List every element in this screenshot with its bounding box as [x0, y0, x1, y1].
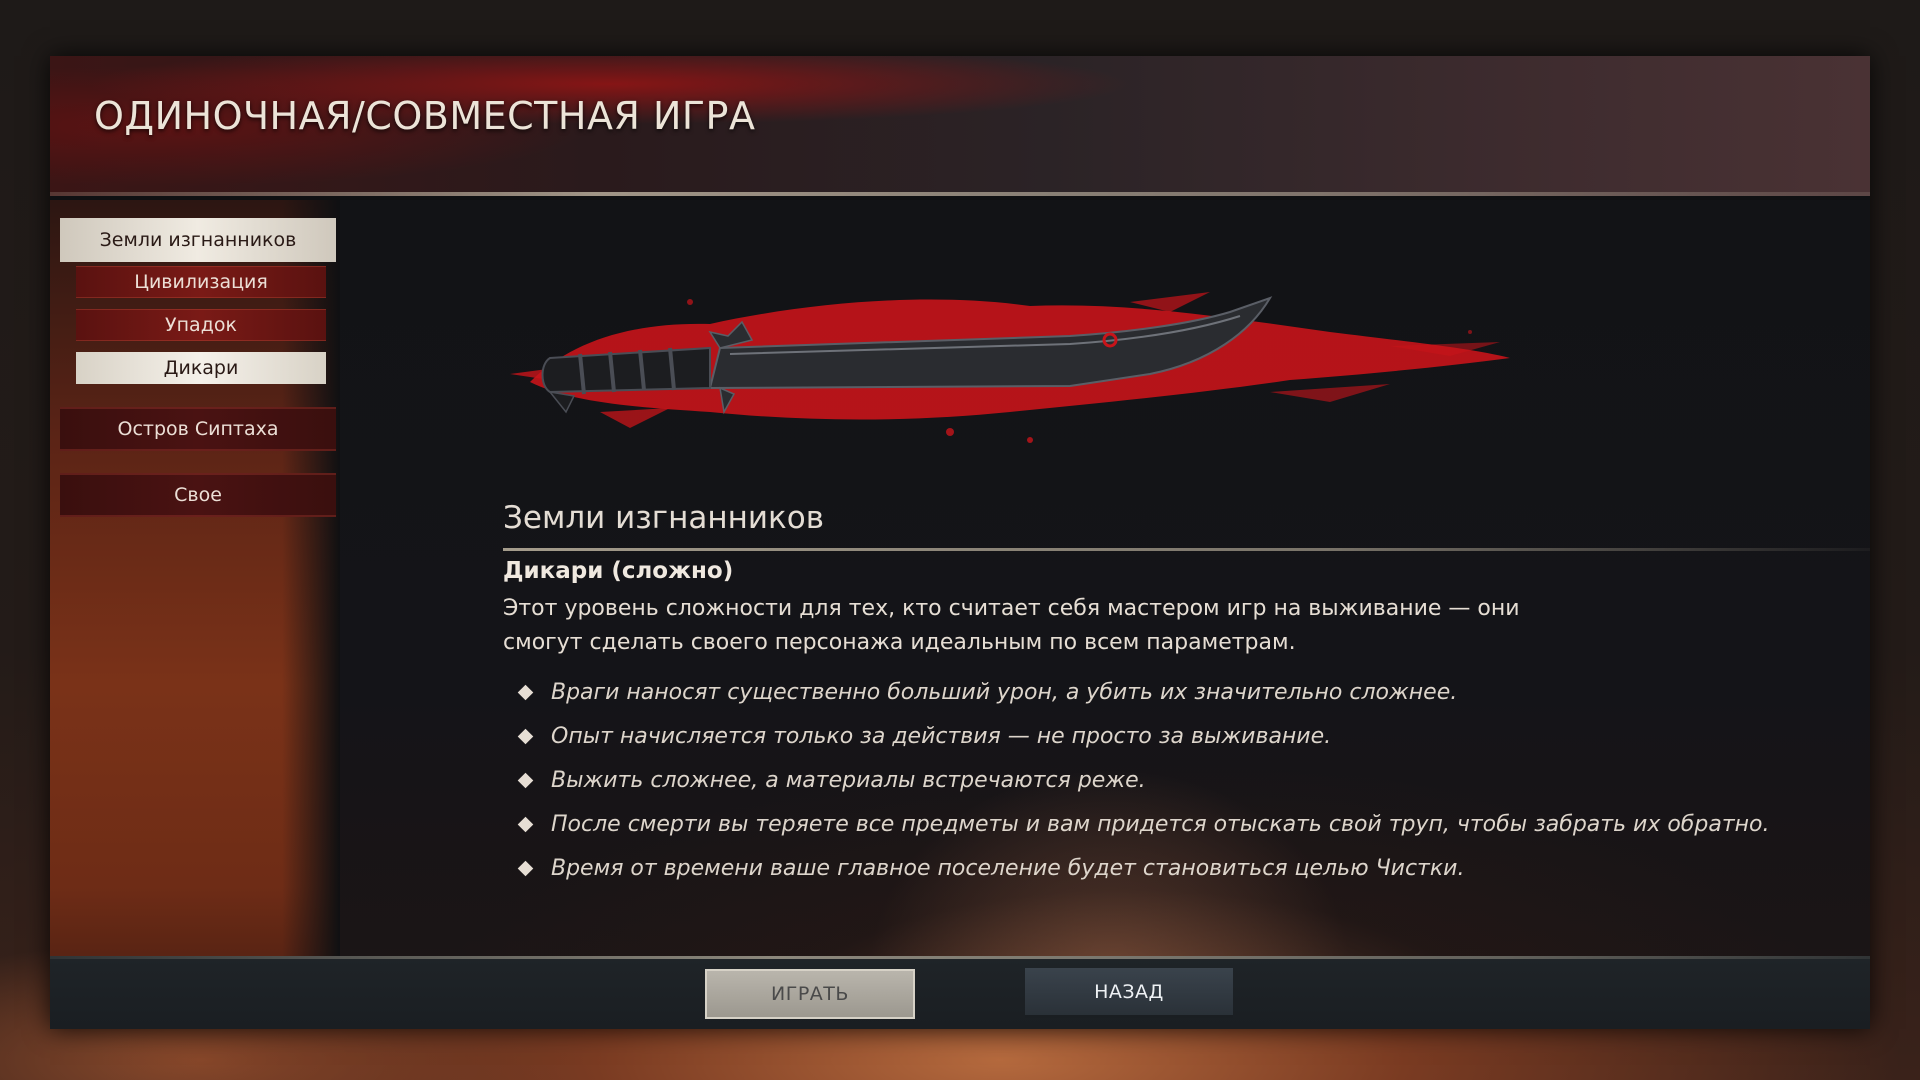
feature-text: Время от времени ваше главное поселение … — [551, 855, 1465, 881]
feature-item: Враги наносят существенно больший урон, … — [517, 670, 1769, 714]
diamond-bullet-icon — [517, 772, 534, 788]
sidebar-item-label: Цивилизация — [134, 271, 268, 293]
footer-bar — [50, 956, 1870, 1029]
feature-item: Выжить сложнее, а материалы встречаются … — [517, 758, 1769, 802]
sidebar-item-civilized[interactable]: Цивилизация — [76, 266, 326, 298]
sidebar-item-exiled-lands[interactable]: Земли изгнанников — [60, 218, 336, 262]
feature-item: После смерти вы теряете все предметы и в… — [517, 802, 1770, 846]
feature-text: Опыт начисляется только за действия — не… — [551, 723, 1332, 749]
back-button[interactable]: НАЗАД — [1025, 968, 1233, 1018]
feature-list: Враги наносят существенно больший урон, … — [517, 670, 1770, 890]
sidebar-item-barbaric[interactable]: Дикари — [76, 352, 326, 384]
diamond-bullet-icon — [517, 684, 534, 700]
play-button[interactable]: ИГРАТЬ — [705, 969, 915, 1019]
content-area: Земли изгнанников Цивилизация Упадок Дик… — [50, 200, 1870, 1008]
knife-icon — [510, 292, 1510, 443]
feature-item: Опыт начисляется только за действия — не… — [517, 714, 1769, 758]
main-window: ОДИНОЧНАЯ/СОВМЕСТНАЯ ИГРА Земли изгнанни… — [50, 56, 1870, 1029]
sidebar-item-label: Упадок — [165, 314, 237, 336]
mode-title: Земли изгнанников — [503, 500, 824, 536]
feature-item: Время от времени ваше главное поселение … — [517, 846, 1769, 890]
sidebar-item-custom[interactable]: Свое — [60, 473, 336, 517]
sidebar-item-isle-of-siptah[interactable]: Остров Сиптаха — [60, 407, 336, 451]
feature-text: Выжить сложнее, а материалы встречаются … — [551, 767, 1146, 793]
sidebar-item-label: Земли изгнанников — [99, 229, 297, 251]
diamond-bullet-icon — [517, 816, 534, 832]
diamond-bullet-icon — [517, 860, 534, 876]
feature-text: После смерти вы теряете все предметы и в… — [551, 811, 1770, 837]
sidebar: Земли изгнанников Цивилизация Упадок Дик… — [50, 200, 340, 1008]
sidebar-item-label: Дикари — [163, 357, 239, 379]
page-title: ОДИНОЧНАЯ/СОВМЕСТНАЯ ИГРА — [94, 94, 756, 138]
header-bar: ОДИНОЧНАЯ/СОВМЕСТНАЯ ИГРА — [50, 56, 1870, 196]
sidebar-item-decadent[interactable]: Упадок — [76, 309, 326, 341]
difficulty-title: Дикари (сложно) — [503, 558, 734, 584]
feature-text: Враги наносят существенно больший урон, … — [551, 679, 1458, 705]
title-divider — [503, 548, 1870, 551]
sidebar-item-label: Остров Сиптаха — [117, 418, 279, 440]
sidebar-item-label: Свое — [174, 484, 222, 506]
difficulty-description: Этот уровень сложности для тех, кто счит… — [503, 596, 1520, 655]
diamond-bullet-icon — [517, 728, 534, 744]
